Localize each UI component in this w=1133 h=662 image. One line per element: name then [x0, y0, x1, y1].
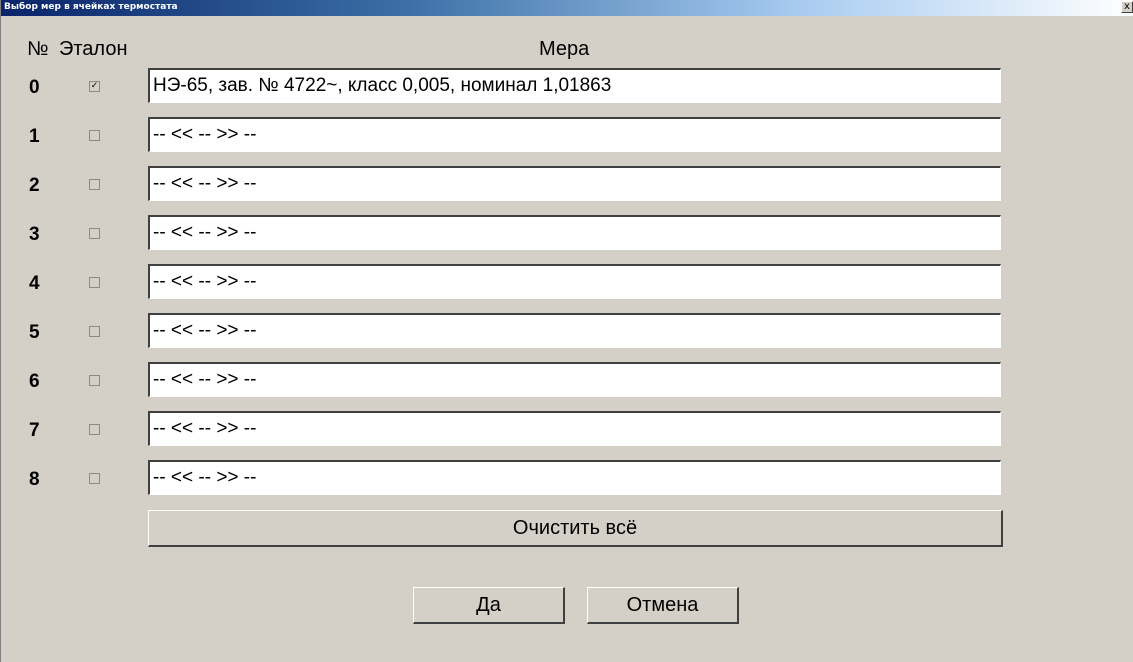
measure-row: 6 -- << -- >> --	[1, 360, 1133, 397]
reference-checkbox[interactable]	[89, 277, 100, 288]
reference-checkbox[interactable]	[89, 130, 100, 141]
window-title: Выбор мер в ячейках термостата	[4, 2, 178, 12]
measure-row: 2 -- << -- >> --	[1, 164, 1133, 201]
measure-field[interactable]: -- << -- >> --	[148, 313, 1001, 348]
measure-field[interactable]: -- << -- >> --	[148, 166, 1001, 201]
measure-field[interactable]: -- << -- >> --	[148, 215, 1001, 250]
measure-row: 0 ✓ НЭ-65, зав. № 4722~, класс 0,005, но…	[1, 66, 1133, 103]
reference-checkbox[interactable]	[89, 375, 100, 386]
measure-row: 7 -- << -- >> --	[1, 409, 1133, 446]
measure-field[interactable]: -- << -- >> --	[148, 117, 1001, 152]
measure-row: 8 -- << -- >> --	[1, 458, 1133, 495]
measure-row: 4 -- << -- >> --	[1, 262, 1133, 299]
column-header-number: №	[27, 38, 49, 60]
cancel-button[interactable]: Отмена	[587, 587, 739, 624]
measure-field[interactable]: НЭ-65, зав. № 4722~, класс 0,005, номина…	[148, 68, 1001, 103]
reference-checkbox[interactable]	[89, 326, 100, 337]
row-number: 1	[29, 126, 40, 147]
title-bar[interactable]: Выбор мер в ячейках термостата x	[1, 0, 1133, 16]
row-number: 0	[29, 77, 40, 98]
measure-field[interactable]: -- << -- >> --	[148, 460, 1001, 495]
measure-field[interactable]: -- << -- >> --	[148, 362, 1001, 397]
row-number: 2	[29, 175, 40, 196]
measure-field[interactable]: -- << -- >> --	[148, 264, 1001, 299]
measure-row: 5 -- << -- >> --	[1, 311, 1133, 348]
row-number: 8	[29, 469, 40, 490]
reference-checkbox[interactable]: ✓	[89, 81, 100, 92]
measure-row: 3 -- << -- >> --	[1, 213, 1133, 250]
close-icon[interactable]: x	[1121, 1, 1133, 13]
column-header-reference: Эталон	[59, 38, 128, 60]
reference-checkbox[interactable]	[89, 228, 100, 239]
row-number: 5	[29, 322, 40, 343]
reference-checkbox[interactable]	[89, 179, 100, 190]
reference-checkbox[interactable]	[89, 473, 100, 484]
measure-field[interactable]: -- << -- >> --	[148, 411, 1001, 446]
row-number: 3	[29, 224, 40, 245]
ok-button[interactable]: Да	[413, 587, 565, 624]
column-header-measure: Мера	[539, 38, 590, 60]
dialog-window: Выбор мер в ячейках термостата x № Этало…	[0, 0, 1133, 662]
row-number: 7	[29, 420, 40, 441]
row-number: 6	[29, 371, 40, 392]
reference-checkbox[interactable]	[89, 424, 100, 435]
measure-row: 1 -- << -- >> --	[1, 115, 1133, 152]
clear-all-button[interactable]: Очистить всё	[148, 510, 1003, 547]
row-number: 4	[29, 273, 40, 294]
